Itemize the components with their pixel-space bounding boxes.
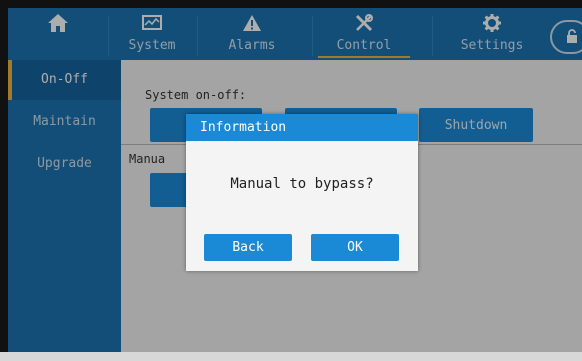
ok-button[interactable]: OK (311, 234, 399, 261)
back-button[interactable]: Back (204, 234, 292, 261)
information-dialog: Information Manual to bypass? Back OK (186, 114, 418, 271)
hmi-screen: System Alarms Control Settings On-Off Ma… (0, 0, 582, 361)
bottom-bezel (0, 352, 582, 361)
dialog-message: Manual to bypass? (230, 176, 374, 192)
dialog-title: Information (186, 114, 418, 141)
